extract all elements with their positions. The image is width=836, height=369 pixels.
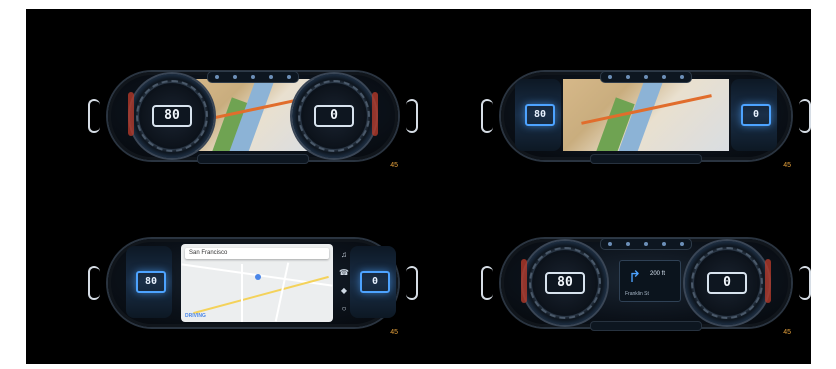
right-side-panel: 0 xyxy=(350,246,396,318)
headphones-icon[interactable]: ♫ xyxy=(341,251,347,259)
top-icon-bar xyxy=(600,238,692,250)
tachometer-gauge: 0 xyxy=(292,74,378,158)
top-icon-bar xyxy=(600,71,692,83)
location-pin-icon[interactable] xyxy=(255,274,261,280)
status-badge: 45 xyxy=(783,329,791,336)
speed-tile: 80 xyxy=(525,104,555,126)
cluster-fullmap: 80 0 45 xyxy=(481,67,811,169)
right-bracket-icon xyxy=(799,99,811,133)
bottom-info-bar xyxy=(590,321,702,331)
cluster-dual-gauge-map: 80 0 45 xyxy=(88,67,418,169)
left-side-panel: 80 xyxy=(126,246,172,318)
right-bracket-icon xyxy=(406,266,418,300)
turn-distance: 200 ft xyxy=(650,271,666,277)
search-input[interactable]: San Francisco xyxy=(185,248,329,259)
speed-tile: 80 xyxy=(136,271,166,293)
left-side-panel: 80 xyxy=(515,79,561,151)
right-bracket-icon xyxy=(799,266,811,300)
bottom-info-bar xyxy=(590,154,702,164)
map-footer-label: DRIVING xyxy=(185,313,206,319)
top-icon-bar xyxy=(207,71,299,83)
rpm-tile: 0 xyxy=(741,104,771,126)
speed-readout: 80 xyxy=(545,272,585,294)
home-icon[interactable]: ○ xyxy=(342,305,347,313)
turn-by-turn-card: ↱ 200 ft Franklin St xyxy=(619,260,681,302)
rpm-tile: 0 xyxy=(360,271,390,293)
image-canvas: 80 0 45 80 0 45 80 0 San Francisco DRIVI… xyxy=(26,9,811,364)
google-maps-view[interactable]: San Francisco DRIVING xyxy=(181,244,333,322)
speed-readout: 80 xyxy=(152,105,192,127)
status-badge: 45 xyxy=(783,162,791,169)
phone-icon[interactable]: ☎ xyxy=(339,269,349,277)
left-bracket-icon xyxy=(88,99,100,133)
speedometer-gauge: 80 xyxy=(521,241,607,325)
cluster-dual-gauge-nav: 80 0 ↱ 200 ft Franklin St 45 xyxy=(481,234,811,336)
status-badge: 45 xyxy=(390,329,398,336)
right-bracket-icon xyxy=(406,99,418,133)
tachometer-gauge: 0 xyxy=(685,241,771,325)
android-auto-rail: ♫ ☎ ◆ ○ xyxy=(336,246,352,318)
left-bracket-icon xyxy=(481,266,493,300)
cluster-android-auto: 80 0 San Francisco DRIVING ♫ ☎ ◆ ○ 45 xyxy=(88,234,418,336)
navigation-icon[interactable]: ◆ xyxy=(341,287,347,295)
left-bracket-icon xyxy=(88,266,100,300)
left-bracket-icon xyxy=(481,99,493,133)
street-name: Franklin St xyxy=(625,291,649,297)
full-map-view xyxy=(563,79,729,151)
status-badge: 45 xyxy=(390,162,398,169)
right-side-panel: 0 xyxy=(731,79,777,151)
bottom-info-bar xyxy=(197,154,309,164)
turn-right-icon: ↱ xyxy=(628,269,642,286)
rpm-readout: 0 xyxy=(314,105,354,127)
rpm-readout: 0 xyxy=(707,272,747,294)
speedometer-gauge: 80 xyxy=(128,74,214,158)
